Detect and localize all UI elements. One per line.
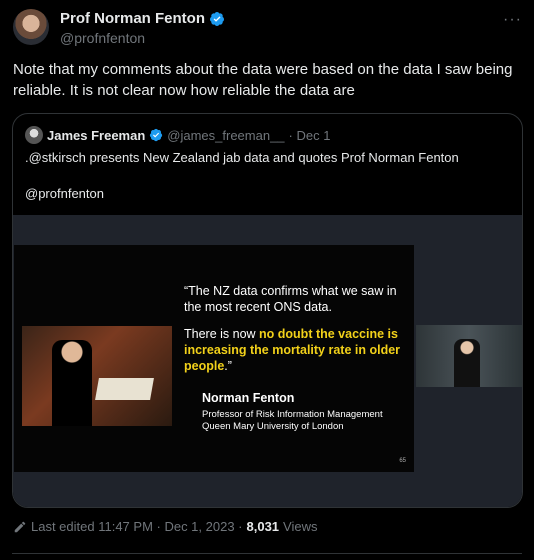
slide-quote-post: .” <box>224 359 232 373</box>
last-edited-link[interactable]: Last edited 11:47 PM · Dec 1, 2023 · <box>31 519 243 534</box>
slide-quote: “The NZ data confirms what we saw in the… <box>184 283 409 385</box>
author-block: Prof Norman Fenton @profnfenton <box>60 10 225 46</box>
views-label: Views <box>283 519 318 534</box>
slide-quote-line1: “The NZ data confirms what we saw in the… <box>184 284 397 314</box>
quoted-header: James Freeman @james_freeman__ · Dec 1 <box>25 126 330 144</box>
quoted-avatar <box>25 126 43 144</box>
video-media[interactable]: “The NZ data confirms what we saw in the… <box>13 215 522 507</box>
slide-author: Norman Fenton Professor of Risk Informat… <box>202 392 383 433</box>
slide-speaker-title: Professor of Risk Information Management <box>202 409 383 420</box>
quoted-tweet[interactable]: James Freeman @james_freeman__ · Dec 1 .… <box>12 113 523 508</box>
verified-badge-icon <box>150 128 163 142</box>
author-name-row[interactable]: Prof Norman Fenton <box>60 10 225 27</box>
quoted-text: .@stkirsch presents New Zealand jab data… <box>25 149 510 221</box>
speaker-photo <box>22 326 172 426</box>
speaker-video-inset <box>416 325 522 387</box>
author-handle[interactable]: @profnfenton <box>60 30 225 46</box>
quoted-display-name: James Freeman <box>47 127 146 143</box>
edit-pencil-icon <box>14 521 26 532</box>
author-display-name[interactable]: Prof Norman Fenton <box>60 10 205 27</box>
quoted-handle: @james_freeman__ <box>167 127 285 143</box>
quoted-date: · Dec 1 <box>288 127 331 143</box>
quoted-text-line: .@stkirsch presents New Zealand jab data… <box>25 150 459 165</box>
tweet-meta: Last edited 11:47 PM · Dec 1, 2023 · 8,0… <box>13 519 318 534</box>
avatar[interactable] <box>13 9 49 45</box>
speaker-figure <box>454 339 480 387</box>
more-options-icon[interactable]: ··· <box>503 11 522 29</box>
slide-number: 65 <box>399 458 406 464</box>
verified-badge-icon <box>209 11 224 26</box>
slide-quote-line2: There is now no doubt the vaccine is inc… <box>184 326 409 374</box>
slide-speaker-name: Norman Fenton <box>202 391 295 405</box>
views-count: 8,031 <box>246 519 280 534</box>
book-figure <box>95 378 154 400</box>
person-figure <box>52 340 92 426</box>
quoted-mention[interactable]: @profnfenton <box>25 185 510 203</box>
tweet-header: Prof Norman Fenton @profnfenton ··· <box>13 9 522 49</box>
divider <box>12 553 522 554</box>
slide-quote-pre: There is now <box>184 327 260 341</box>
tweet-text: Note that my comments about the data wer… <box>13 61 513 99</box>
slide-speaker-org: Queen Mary University of London <box>202 421 344 432</box>
presentation-slide: “The NZ data confirms what we saw in the… <box>14 245 414 472</box>
